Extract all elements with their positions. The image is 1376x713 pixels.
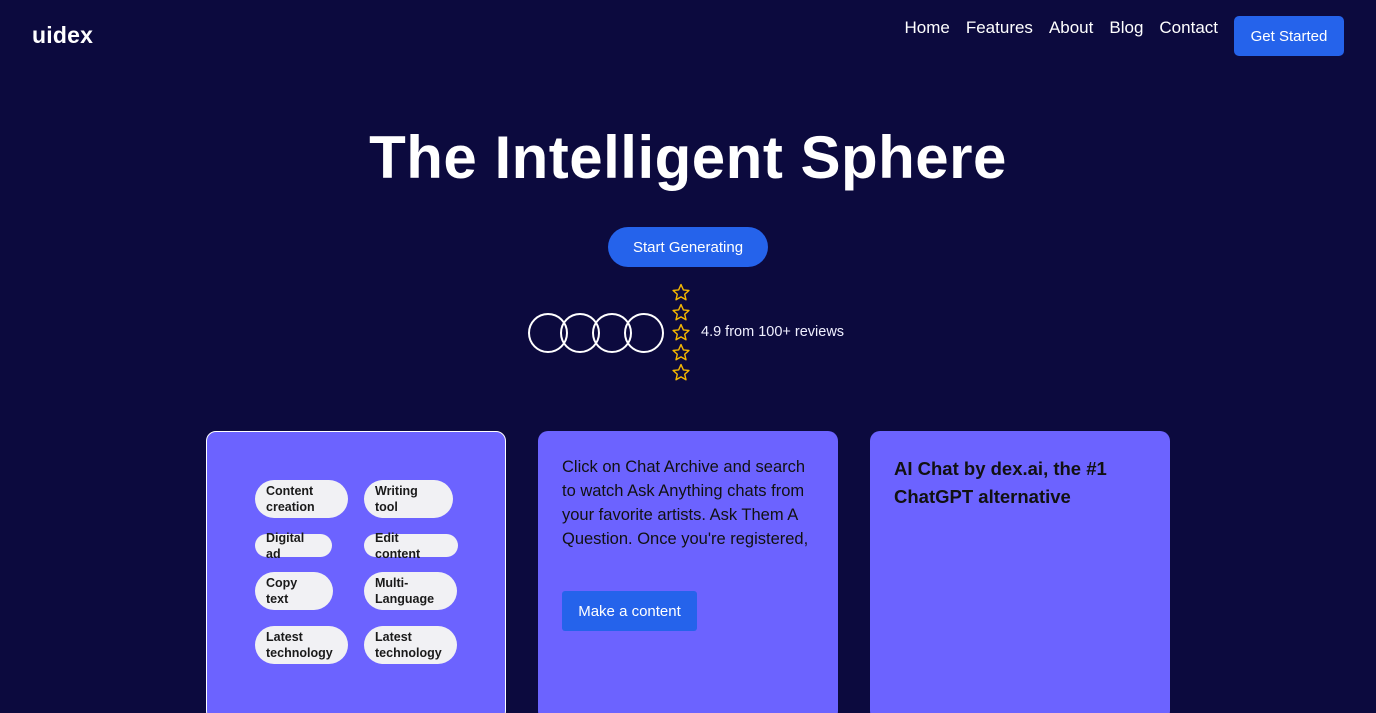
tag-chip[interactable]: Latest technology: [364, 626, 457, 664]
landing-page: uidex Home Features About Blog Contact G…: [0, 0, 1376, 713]
tag-chip[interactable]: Edit content: [364, 531, 458, 561]
reviews-summary: 4.9 from 100+ reviews: [701, 324, 845, 340]
tag-chip[interactable]: Latest technology: [255, 626, 348, 664]
main-nav: Home Features About Blog Contact: [904, 18, 1218, 38]
tag-chip[interactable]: Multi-Language: [364, 572, 457, 610]
star-outline-icon: [672, 343, 690, 361]
chat-archive-card: Click on Chat Archive and search to watc…: [538, 431, 838, 713]
nav-link-contact[interactable]: Contact: [1159, 18, 1218, 38]
star-outline-icon: [672, 303, 690, 321]
logo[interactable]: uidex: [32, 22, 93, 49]
ai-chat-title: AI Chat by dex.ai, the #1 ChatGPT altern…: [894, 458, 1107, 507]
tag-chip[interactable]: Digital ad: [255, 531, 332, 561]
reviewer-avatars: [528, 313, 668, 353]
star-outline-icon: [672, 323, 690, 341]
hero-title: The Intelligent Sphere: [369, 124, 1007, 191]
make-content-button[interactable]: Make a content: [562, 591, 697, 631]
start-generating-button[interactable]: Start Generating: [608, 227, 768, 267]
nav-link-blog[interactable]: Blog: [1109, 18, 1143, 38]
nav-link-about[interactable]: About: [1049, 18, 1093, 38]
nav-link-features[interactable]: Features: [966, 18, 1033, 38]
star-outline-icon: [672, 363, 690, 381]
star-outline-icon: [672, 283, 690, 301]
get-started-button[interactable]: Get Started: [1234, 16, 1344, 56]
chat-archive-description: Click on Chat Archive and search to watc…: [562, 458, 809, 548]
tag-chip[interactable]: Copy text: [255, 572, 333, 610]
tags-card: Content creation Writing tool Digital ad…: [206, 431, 506, 713]
avatar: [624, 313, 664, 353]
nav-link-home[interactable]: Home: [904, 18, 949, 38]
tag-chip[interactable]: Content creation: [255, 480, 348, 518]
rating-stars: [671, 283, 693, 382]
ai-chat-card: AI Chat by dex.ai, the #1 ChatGPT altern…: [870, 431, 1170, 713]
tag-chip[interactable]: Writing tool: [364, 480, 453, 518]
